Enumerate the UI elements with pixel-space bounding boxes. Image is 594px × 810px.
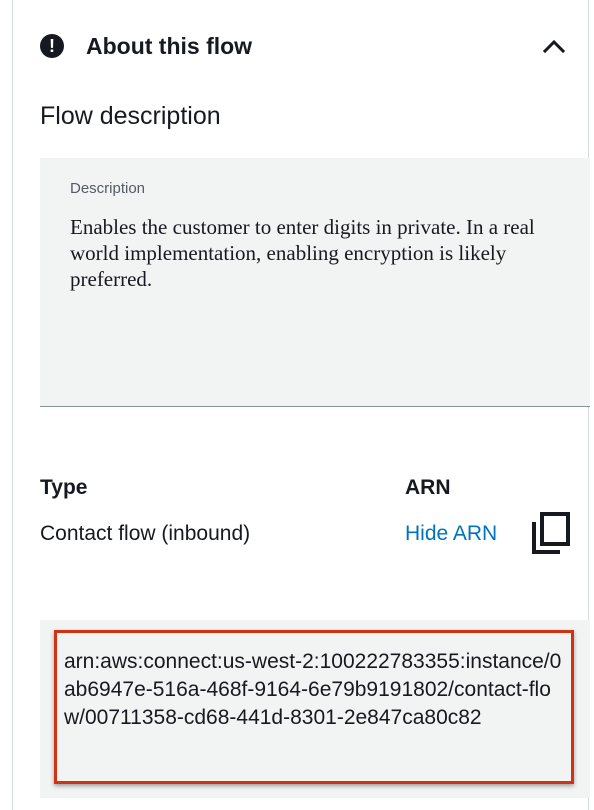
arn-value: arn:aws:connect:us-west-2:100222783355:i…	[64, 650, 562, 729]
arn-box: arn:aws:connect:us-west-2:100222783355:i…	[40, 620, 590, 798]
panel-left-border	[12, 0, 13, 810]
about-flow-title: About this flow	[86, 32, 253, 59]
flow-description-label: Flow description	[40, 102, 221, 130]
hide-arn-link[interactable]: Hide ARN	[405, 522, 497, 546]
type-heading: Type	[40, 476, 88, 499]
arn-heading: ARN	[405, 476, 451, 499]
copy-icon[interactable]	[530, 512, 572, 554]
description-field[interactable]: Description Enables the customer to ente…	[40, 158, 590, 407]
chevron-up-icon[interactable]	[538, 32, 570, 60]
description-text: Enables the customer to enter digits in …	[70, 215, 535, 291]
about-flow-header[interactable]: ! About this flow	[40, 26, 580, 66]
type-value: Contact flow (inbound)	[40, 522, 251, 545]
description-field-label: Description	[70, 180, 146, 197]
exclamation-circle-icon: !	[40, 34, 64, 58]
about-flow-panel: ! About this flow Flow description Descr…	[0, 0, 594, 810]
